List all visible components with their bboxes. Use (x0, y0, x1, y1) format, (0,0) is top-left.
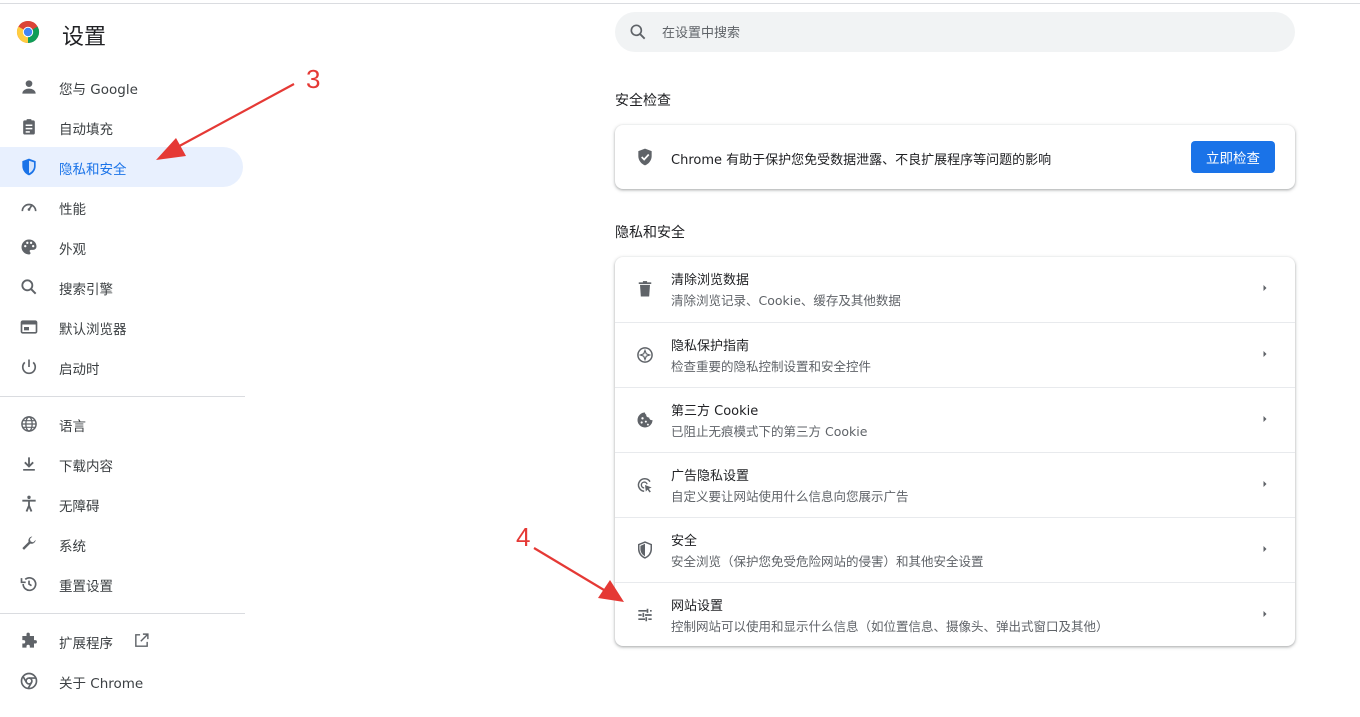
annotation-arrows (156, 83, 624, 602)
annotation-arrow-3 (156, 83, 295, 160)
annotation-arrow-4 (533, 547, 624, 602)
